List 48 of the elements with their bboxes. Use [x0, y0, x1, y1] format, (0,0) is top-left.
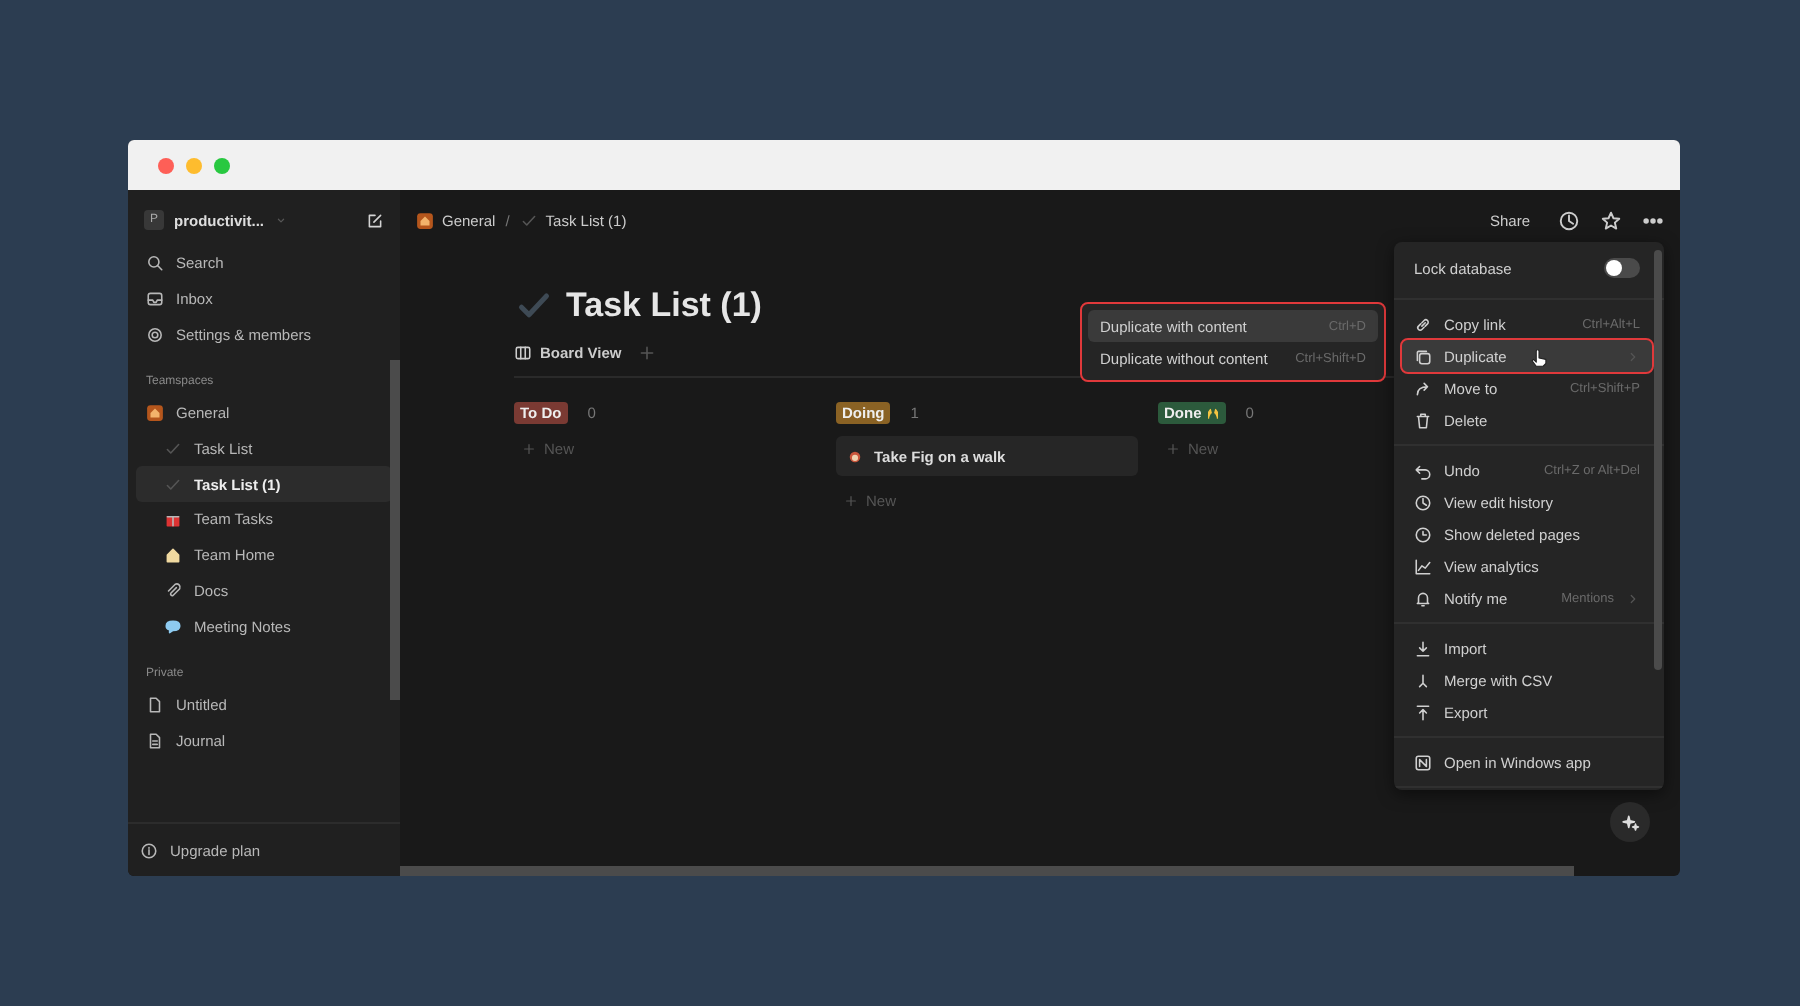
compose-icon[interactable] — [366, 211, 384, 229]
plus-icon — [844, 493, 858, 507]
house-icon — [164, 546, 182, 565]
arrow-icon — [1414, 379, 1432, 397]
undo-icon — [1414, 461, 1432, 479]
trash-icon — [1414, 411, 1432, 429]
clock-icon[interactable] — [1558, 209, 1580, 231]
page-icon — [146, 696, 164, 715]
scrollbar[interactable] — [1654, 250, 1662, 670]
inbox-icon — [146, 290, 164, 309]
star-icon[interactable] — [1600, 209, 1622, 231]
download-icon — [1414, 639, 1432, 657]
toggle-switch[interactable] — [1604, 258, 1640, 278]
settings-icon — [146, 325, 164, 344]
merge-icon — [1414, 671, 1432, 689]
raised-hands-icon — [1205, 406, 1220, 420]
maximize-button[interactable] — [214, 157, 230, 173]
page-title: Task List (1) — [566, 286, 762, 326]
paperclip-icon — [164, 581, 182, 600]
scrollbar[interactable] — [390, 360, 400, 700]
pointer-icon — [1528, 346, 1550, 370]
search-icon — [146, 254, 164, 273]
upload-icon — [1414, 703, 1432, 721]
avatar-icon — [848, 449, 862, 463]
minimize-button[interactable] — [186, 157, 202, 173]
scrollbar[interactable] — [400, 866, 1574, 876]
speech-bubble-icon — [164, 617, 182, 636]
link-icon — [1414, 315, 1432, 333]
gift-icon — [164, 510, 182, 529]
chart-icon — [1414, 557, 1432, 575]
bell-icon — [1414, 589, 1432, 607]
ai-button[interactable] — [1610, 802, 1650, 842]
clock-icon — [1414, 525, 1432, 543]
chevron-icon — [274, 213, 288, 227]
house-icon — [146, 404, 164, 423]
info-icon — [140, 841, 158, 859]
plus-icon[interactable] — [637, 344, 656, 362]
app-icon — [1414, 753, 1432, 771]
checkmark-icon — [519, 211, 538, 229]
plus-icon — [522, 441, 536, 455]
clock-icon — [1414, 493, 1432, 511]
document-icon — [146, 731, 164, 750]
house-icon — [416, 211, 434, 229]
board-icon — [514, 344, 532, 362]
close-button[interactable] — [158, 157, 174, 173]
plus-icon — [1166, 441, 1180, 455]
copy-icon — [1414, 347, 1432, 365]
sparkle-icon — [1621, 813, 1639, 831]
